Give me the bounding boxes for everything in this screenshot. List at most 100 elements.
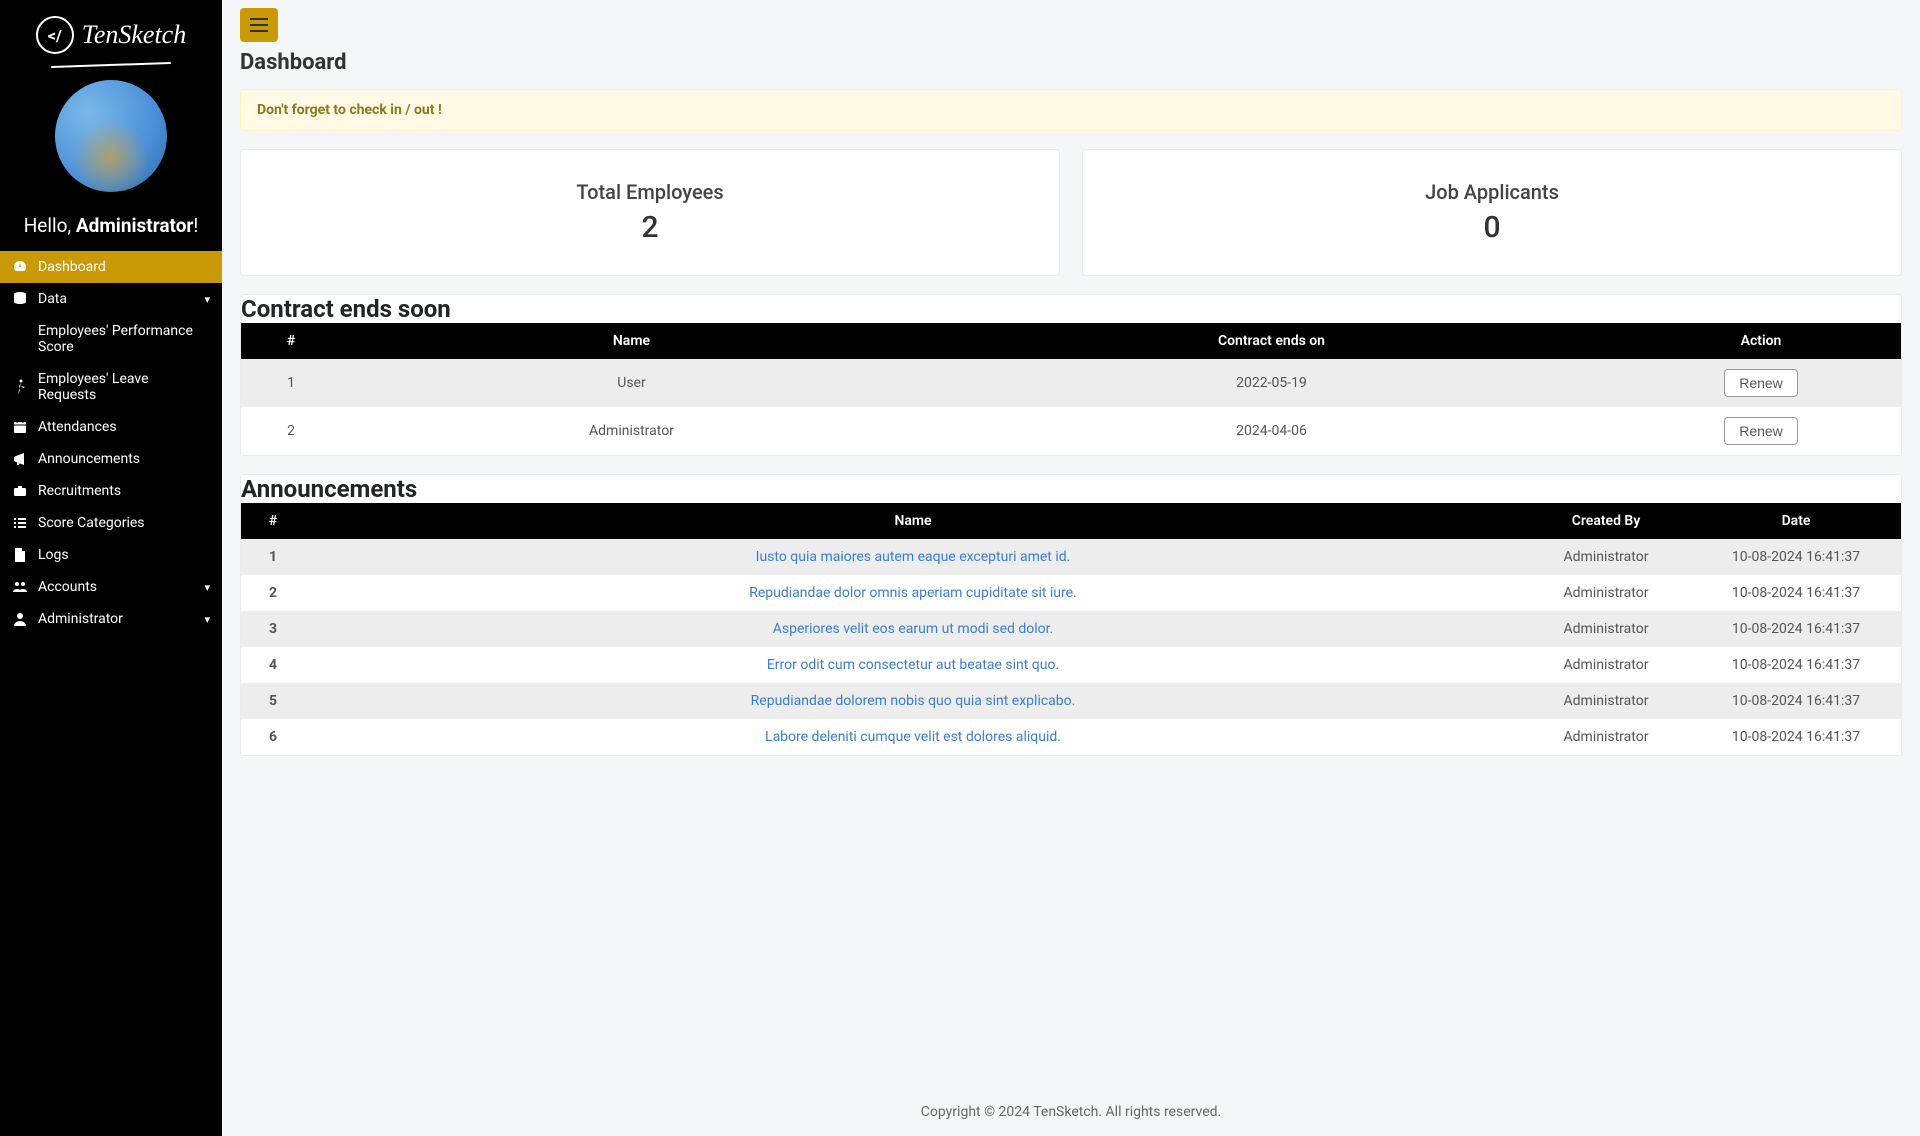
contracts-panel: Contract ends soon # Name Contract ends …: [240, 294, 1902, 456]
sidebar-item-score-categories[interactable]: Score Categories: [0, 507, 222, 539]
table-row: 2Administrator2024-04-06Renew: [241, 407, 1901, 455]
sidebar-item-label: Announcements: [38, 451, 140, 467]
col-ends: Contract ends on: [922, 323, 1621, 359]
greeting-prefix: Hello,: [24, 214, 76, 237]
briefcase-icon: [12, 483, 28, 499]
sidebar-item-label: Recruitments: [38, 483, 121, 499]
announcement-link[interactable]: Iusto quia maiores autem eaque excepturi…: [756, 549, 1071, 565]
logo[interactable]: </ TenSketch: [0, 0, 222, 70]
sidebar-item-attendances[interactable]: Attendances: [0, 411, 222, 443]
announcement-link[interactable]: Repudiandae dolorem nobis quo quia sint …: [751, 693, 1076, 709]
nav-list: DashboardData▾Employees' Performance Sco…: [0, 251, 222, 635]
chevron-down-icon: ▾: [204, 581, 210, 594]
announcements-table-body: 1 Iusto quia maiores autem eaque exceptur…: [241, 539, 1901, 755]
job-applicants-card[interactable]: Job Applicants 0: [1082, 149, 1902, 276]
user-icon: [12, 611, 28, 627]
avatar[interactable]: [55, 80, 167, 192]
cell-action: Renew: [1621, 359, 1901, 407]
cell-by: Administrator: [1521, 611, 1691, 647]
greeting-suffix: !: [193, 214, 198, 237]
contracts-title: Contract ends soon: [241, 295, 1901, 323]
sidebar-item-label: Data: [38, 291, 67, 307]
chevron-down-icon: ▾: [204, 613, 210, 626]
calendar-icon: [12, 419, 28, 435]
announcements-panel: Announcements # Name Created By Date 1 Iu…: [240, 474, 1902, 756]
sidebar-item-data[interactable]: Data▾: [0, 283, 222, 315]
table-row: 4Error odit cum consectetur aut beatae s…: [241, 647, 1901, 683]
main-content: Dashboard Don't forget to check in / out…: [222, 0, 1920, 1136]
table-row: 1 Iusto quia maiores autem eaque exceptur…: [241, 539, 1901, 575]
content-area: Don't forget to check in / out ! Total E…: [222, 89, 1920, 1088]
contracts-table-head: # Name Contract ends on Action: [241, 323, 1901, 359]
cell-by: Administrator: [1521, 647, 1691, 683]
sidebar-item-label: Employees' Leave Requests: [38, 371, 210, 403]
cell-num: 6: [241, 719, 305, 755]
announcements-table-head: # Name Created By Date: [241, 503, 1901, 539]
announcements-table: # Name Created By Date 1 Iusto quia maior…: [241, 503, 1901, 755]
cell-num: 5: [241, 683, 305, 719]
dashboard-icon: [12, 259, 28, 275]
sidebar-item-administrator[interactable]: Administrator▾: [0, 603, 222, 635]
table-row: 3Asperiores velit eos earum ut modi sed …: [241, 611, 1901, 647]
announcements-title: Announcements: [241, 475, 1901, 503]
database-icon: [12, 291, 28, 307]
sidebar-item-label: Dashboard: [38, 259, 106, 275]
file-icon: [12, 547, 28, 563]
cell-name: Iusto quia maiores autem eaque excepturi…: [305, 539, 1521, 575]
cell-by: Administrator: [1521, 683, 1691, 719]
cell-name: Administrator: [341, 407, 922, 455]
cell-date: 10-08-2024 16:41:37: [1691, 611, 1901, 647]
contracts-table-body: 1User2022-05-19Renew2Administrator2024-0…: [241, 359, 1901, 455]
cell-ends: 2022-05-19: [922, 359, 1621, 407]
announcement-link[interactable]: Asperiores velit eos earum ut modi sed d…: [773, 621, 1054, 637]
table-row: 2 Repudiandae dolor omnis aperiam cupidit…: [241, 575, 1901, 611]
cell-date: 10-08-2024 16:41:37: [1691, 719, 1901, 755]
hamburger-button[interactable]: [240, 8, 278, 42]
greeting: Hello, Administrator!: [0, 206, 222, 251]
sidebar-item-label: Logs: [38, 547, 69, 563]
sidebar-item-label: Score Categories: [38, 515, 145, 531]
cell-date: 10-08-2024 16:41:37: [1691, 647, 1901, 683]
sidebar-item-accounts[interactable]: Accounts▾: [0, 571, 222, 603]
cell-date: 10-08-2024 16:41:37: [1691, 575, 1901, 611]
cell-by: Administrator: [1521, 575, 1691, 611]
stats-cards: Total Employees 2 Job Applicants 0: [240, 149, 1902, 276]
table-row: 1User2022-05-19Renew: [241, 359, 1901, 407]
sidebar-item-label: Attendances: [38, 419, 117, 435]
cell-by: Administrator: [1521, 719, 1691, 755]
table-row: 5 Repudiandae dolorem nobis quo quia sint…: [241, 683, 1901, 719]
table-row: 6 Labore deleniti cumque velit est dolore…: [241, 719, 1901, 755]
sidebar-item-recruitments[interactable]: Recruitments: [0, 475, 222, 507]
page-title: Dashboard: [222, 42, 1920, 89]
sidebar-item-announcements[interactable]: Announcements: [0, 443, 222, 475]
sidebar-item-label: Employees' Performance Score: [38, 323, 210, 355]
cell-num: 1: [241, 539, 305, 575]
sidebar-item-logs[interactable]: Logs: [0, 539, 222, 571]
logo-icon: </: [36, 16, 74, 54]
sidebar-item-employees-performance-score[interactable]: Employees' Performance Score: [0, 315, 222, 363]
cell-num: 2: [241, 575, 305, 611]
announcement-link[interactable]: Repudiandae dolor omnis aperiam cupidita…: [749, 585, 1077, 601]
cell-name: Labore deleniti cumque velit est dolores…: [305, 719, 1521, 755]
sidebar-item-dashboard[interactable]: Dashboard: [0, 251, 222, 283]
cell-date: 10-08-2024 16:41:37: [1691, 683, 1901, 719]
total-employees-card[interactable]: Total Employees 2: [240, 149, 1060, 276]
col-by: Created By: [1521, 503, 1691, 539]
logo-text: TenSketch: [82, 20, 186, 50]
cell-name: User: [341, 359, 922, 407]
topbar: [222, 0, 1920, 42]
renew-button[interactable]: Renew: [1724, 417, 1798, 445]
avatar-container: [0, 72, 222, 206]
col-date: Date: [1691, 503, 1901, 539]
renew-button[interactable]: Renew: [1724, 369, 1798, 397]
contracts-table: # Name Contract ends on Action 1User2022…: [241, 323, 1901, 455]
walk-icon: [12, 379, 28, 395]
bullhorn-icon: [12, 451, 28, 467]
announcement-link[interactable]: Labore deleniti cumque velit est dolores…: [765, 729, 1061, 745]
cell-action: Renew: [1621, 407, 1901, 455]
col-num: #: [241, 503, 305, 539]
cell-by: Administrator: [1521, 539, 1691, 575]
cell-ends: 2024-04-06: [922, 407, 1621, 455]
announcement-link[interactable]: Error odit cum consectetur aut beatae si…: [767, 657, 1059, 673]
sidebar-item-employees-leave-requests[interactable]: Employees' Leave Requests: [0, 363, 222, 411]
